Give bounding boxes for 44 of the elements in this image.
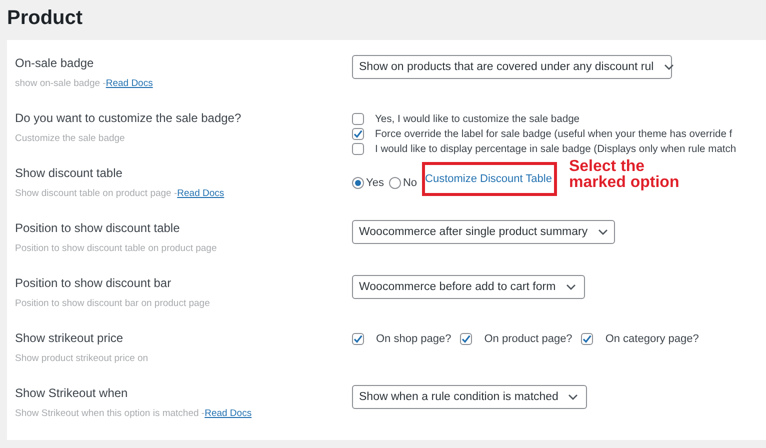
checkbox-label: On shop page? <box>376 333 452 345</box>
setting-label: On-sale badge <box>15 56 94 70</box>
read-docs-link[interactable]: Read Docs <box>177 188 224 199</box>
checkbox[interactable] <box>460 333 472 345</box>
customize-discount-table-link[interactable]: Customize Discount Table <box>425 173 552 185</box>
setting-description: Position to show discount bar on product page <box>15 298 210 309</box>
chevron-down-icon <box>598 229 608 235</box>
setting-label: Show discount table <box>15 166 122 180</box>
dropdown[interactable]: Show on products that are covered under any discount rul <box>352 55 672 79</box>
setting-label: Do you want to customize the sale badge? <box>15 111 242 125</box>
setting-description: Show Strikeout when this option is matched - <box>15 408 205 419</box>
setting-description: Show product strikeout price on <box>15 353 148 364</box>
setting-label: Position to show discount table <box>15 221 180 235</box>
checkbox[interactable] <box>352 113 364 125</box>
dropdown[interactable]: Show when a rule condition is matched <box>352 385 588 409</box>
setting-label: Show strikeout price <box>15 331 124 345</box>
dropdown[interactable]: Woocommerce after single product summary <box>352 220 615 244</box>
setting-description: Customize the sale badge <box>15 133 125 144</box>
read-docs-link[interactable]: Read Docs <box>106 78 153 89</box>
chevron-down-icon <box>566 284 576 290</box>
checkbox-label: On category page? <box>605 333 699 345</box>
radio-button[interactable] <box>388 177 401 189</box>
setting-description: Position to show discount table on product page <box>15 243 217 254</box>
chevron-down-icon <box>568 394 578 400</box>
checkbox[interactable] <box>352 333 364 345</box>
radio-label: No <box>402 177 418 189</box>
checkbox-label: Force override the label for sale badge (useful when your theme has override f <box>375 128 732 140</box>
read-docs-link[interactable]: Read Docs <box>204 408 252 419</box>
setting-label: Show Strikeout when <box>15 386 128 400</box>
radio-button[interactable] <box>352 177 364 189</box>
setting-description: Show discount table on product page - <box>15 188 178 199</box>
checkbox-label: On product page? <box>484 333 572 345</box>
checkbox-label: Yes, I would like to customize the sale badge <box>375 114 580 124</box>
checkbox[interactable] <box>352 128 364 140</box>
setting-label: Position to show discount bar <box>15 276 172 290</box>
radio-label: Yes <box>366 177 384 189</box>
annotation-text: Select the marked option <box>568 159 680 191</box>
chevron-down-icon <box>664 64 674 70</box>
checkbox[interactable] <box>581 333 594 345</box>
page-title: Product <box>7 6 83 31</box>
checkbox-label: I would like to display percentage in sale badge (Displays only when rule match <box>375 144 736 154</box>
checkbox[interactable] <box>352 143 364 155</box>
setting-description: show on-sale badge - <box>15 78 106 89</box>
dropdown[interactable]: Woocommerce before add to cart form <box>352 275 585 299</box>
